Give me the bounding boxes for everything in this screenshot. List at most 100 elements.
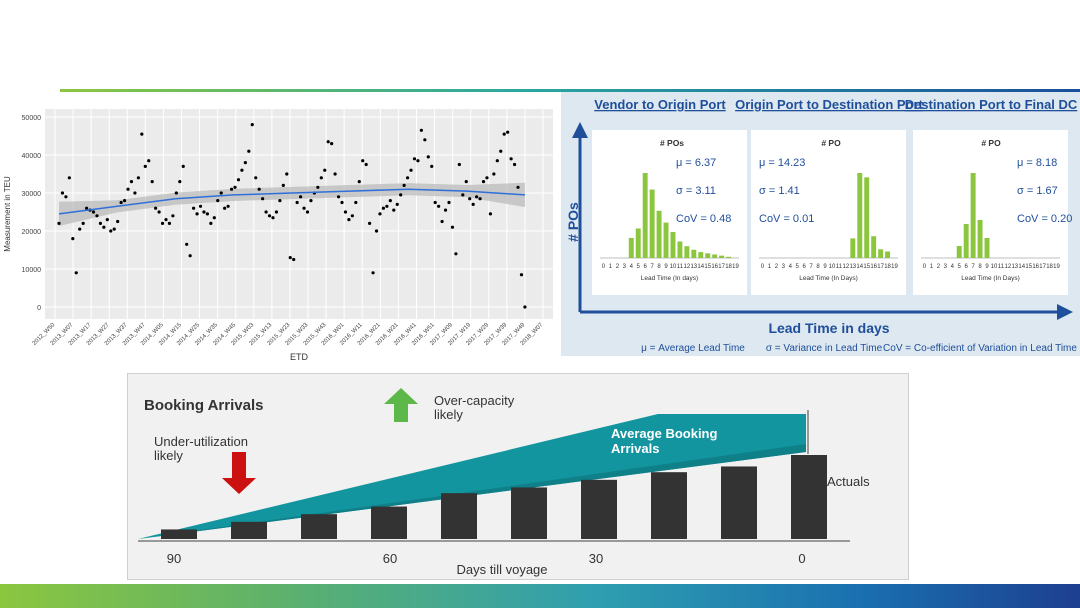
- histogram-tick: 19: [1053, 264, 1060, 270]
- data-point: [350, 214, 354, 218]
- legend-cov: CoV = Co-efficient of Variation in Lead …: [883, 343, 1077, 354]
- data-point: [440, 219, 444, 224]
- histogram-stat: μ = 14.23: [759, 157, 805, 169]
- data-point: [516, 185, 520, 189]
- histogram-bar: [635, 228, 641, 258]
- tick-30: 30: [589, 551, 603, 566]
- actuals-label: Actuals: [827, 474, 870, 489]
- data-point: [374, 229, 379, 233]
- data-point: [81, 221, 85, 225]
- actuals-bar: [441, 493, 477, 539]
- histogram-stat: σ = 1.41: [759, 185, 800, 197]
- data-point: [402, 183, 406, 187]
- data-point: [140, 132, 144, 136]
- lead-time-svg: Vendor to Origin Port Origin Port to Des…: [565, 97, 1078, 354]
- histogram-stat: σ = 1.67: [1017, 185, 1058, 197]
- histogram-bar: [712, 254, 718, 258]
- x-axis-label: ETD: [290, 352, 309, 362]
- average-booking-text-2: Arrivals: [611, 441, 659, 456]
- data-point: [323, 168, 327, 172]
- histogram-bar: [684, 246, 690, 258]
- histogram-bar: [705, 253, 711, 258]
- stage1-title: Vendor to Origin Port: [594, 97, 726, 112]
- data-point: [205, 212, 210, 216]
- data-point: [475, 195, 479, 199]
- data-point: [499, 149, 503, 153]
- data-point: [157, 210, 161, 214]
- histogram-bar: [719, 255, 725, 258]
- data-point: [457, 162, 461, 167]
- data-point: [333, 172, 337, 176]
- data-point: [347, 218, 351, 222]
- histogram-count-label: # PO: [821, 138, 841, 148]
- data-point: [443, 208, 448, 212]
- data-point: [195, 212, 199, 216]
- data-point: [309, 199, 313, 203]
- data-point: [357, 180, 361, 184]
- data-point: [143, 164, 147, 168]
- data-point: [129, 180, 134, 184]
- data-point: [302, 206, 306, 210]
- x-axis-label: Lead Time in days: [768, 320, 889, 336]
- data-point: [295, 200, 299, 205]
- data-point: [461, 193, 465, 197]
- data-point: [281, 183, 285, 187]
- data-point: [340, 200, 344, 205]
- data-point: [330, 142, 334, 146]
- data-point: [233, 185, 237, 189]
- data-point: [112, 227, 116, 231]
- actuals-bar: [581, 479, 617, 539]
- data-point: [405, 176, 410, 180]
- data-point: [264, 210, 268, 214]
- data-point: [381, 206, 386, 210]
- teu-scatter-chart: 0 10000 20000 30000 40000 50000 2012_W50 2013_…: [0, 104, 560, 364]
- data-point: [102, 225, 106, 229]
- tick-60: 60: [383, 551, 397, 566]
- y-tick-label: 40000: [22, 153, 42, 160]
- data-point: [91, 210, 96, 214]
- data-point: [147, 159, 151, 163]
- histogram-bar: [677, 241, 683, 258]
- data-point: [254, 176, 258, 180]
- histogram-bar: [857, 173, 863, 258]
- data-point: [64, 195, 68, 199]
- histogram-bar: [670, 232, 676, 258]
- histogram-x-label: Lead Time (In Days): [799, 275, 858, 282]
- data-point: [250, 123, 254, 127]
- data-point: [298, 195, 303, 199]
- data-point: [105, 218, 109, 222]
- actuals-bar: [791, 455, 827, 539]
- data-point: [229, 187, 234, 191]
- histogram-bar: [691, 249, 697, 258]
- data-point: [512, 162, 517, 167]
- data-point: [416, 159, 420, 163]
- data-point: [368, 221, 372, 225]
- actuals-bar: [371, 506, 407, 539]
- histogram-count-label: # PO: [981, 138, 1001, 148]
- under-utilization-text-2: likely: [154, 448, 183, 463]
- data-point: [471, 202, 475, 206]
- legend-sigma: σ = Variance in Lead Time: [766, 343, 883, 354]
- data-point: [430, 164, 434, 168]
- data-point: [154, 206, 158, 210]
- legend-mu: μ = Average Lead Time: [641, 343, 745, 354]
- actuals-bar: [721, 466, 757, 539]
- y-tick-label: 50000: [22, 115, 42, 122]
- footer-band: [0, 584, 1080, 608]
- data-point: [468, 197, 472, 201]
- data-point: [57, 221, 61, 225]
- histogram-bar: [878, 249, 884, 258]
- histogram-bar: [850, 238, 856, 258]
- histogram-bar: [864, 177, 870, 258]
- booking-title: Booking Arrivals: [144, 397, 263, 414]
- data-point: [178, 180, 182, 184]
- data-point: [185, 242, 189, 246]
- data-point: [305, 210, 310, 214]
- data-point: [216, 199, 220, 203]
- data-point: [223, 206, 227, 210]
- data-point: [98, 221, 103, 225]
- data-point: [71, 237, 75, 241]
- data-point: [399, 193, 403, 197]
- histogram-bar: [977, 220, 983, 258]
- data-point: [212, 216, 216, 220]
